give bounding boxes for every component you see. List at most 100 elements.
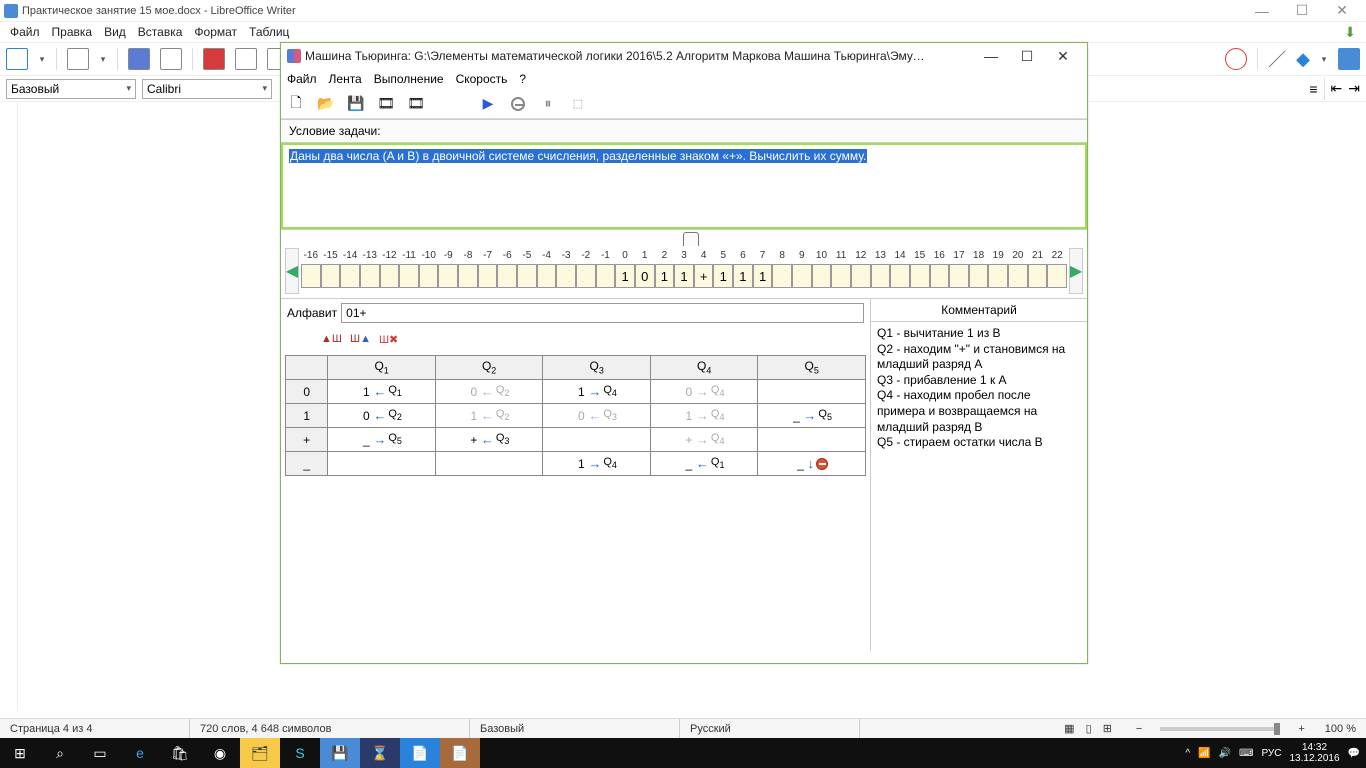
tray-keyboard-icon[interactable]: ⌨ [1239,748,1253,759]
chrome-icon[interactable]: ◉ [200,738,240,768]
tray-clock[interactable]: 14:32 13.12.2016 [1289,742,1339,764]
state-column-header[interactable]: Q4 [650,356,758,380]
state-column-header[interactable]: Q1 [328,356,436,380]
taskview-icon[interactable]: ▭ [80,738,120,768]
tm-new-icon[interactable]: 🗋 [287,95,305,113]
tm-task-textarea[interactable]: Даны два числа (A и B) в двоичной систем… [281,143,1087,229]
lo-menu-format[interactable]: Формат [188,25,243,39]
transition-cell[interactable]: _→Q5 [328,428,436,452]
tm-menu-tape[interactable]: Лента [329,72,362,86]
state-column-header[interactable]: Q5 [758,356,866,380]
lo-menu-insert[interactable]: Вставка [132,25,189,39]
tape-cell[interactable] [988,264,1008,288]
explorer-icon[interactable]: 🗂 [240,738,280,768]
tape-cell[interactable] [792,264,812,288]
tape-cell[interactable] [537,264,557,288]
search-icon[interactable]: ⌕ [40,738,80,768]
transition-cell[interactable] [543,428,651,452]
symbol-row-header[interactable]: 0 [286,380,328,404]
tray-notifications-icon[interactable]: 💬 [1348,748,1360,759]
tape-cell[interactable] [556,264,576,288]
task-floppy-icon[interactable]: 💾 [320,738,360,768]
tape-cell[interactable] [340,264,360,288]
tm-menu-speed[interactable]: Скорость [456,72,508,86]
tm-menu-file[interactable]: Файл [287,72,317,86]
tm-tape1-icon[interactable]: 🎞 [377,95,395,113]
tm-run-icon[interactable]: ▶ [479,95,497,113]
line-icon[interactable]: ／ [1268,46,1286,72]
record-changes-icon[interactable] [1225,48,1247,70]
tm-menu-run[interactable]: Выполнение [374,72,444,86]
tape-cell[interactable] [1008,264,1028,288]
alphabet-input[interactable] [341,303,864,323]
transition-cell[interactable]: _←Q1 [650,452,758,476]
style-combo[interactable]: Базовый▾ [6,79,136,99]
tape-cell[interactable] [360,264,380,288]
tape-scroll-left[interactable]: ◀ [285,248,299,294]
tray-network-icon[interactable]: 📶 [1198,748,1210,759]
transition-cell[interactable]: 1→Q4 [543,380,651,404]
transition-cell[interactable] [758,380,866,404]
transition-cell[interactable]: 1←Q2 [435,404,543,428]
transition-cell[interactable]: 1←Q1 [328,380,436,404]
insert-col-right-icon[interactable]: Ш▲ [350,333,371,345]
tape-cell[interactable] [910,264,930,288]
tape-cell[interactable]: + [694,264,714,288]
align-icon[interactable]: ≡ [1309,81,1317,97]
tape-cell[interactable] [497,264,517,288]
status-view-icons[interactable]: ▦ ▯ ⊞ [1054,722,1126,735]
task-app1-icon[interactable]: ⌛ [360,738,400,768]
tape-cell[interactable]: 1 [674,264,694,288]
tm-tape2-icon[interactable]: 🎞 [407,95,425,113]
lo-menu-edit[interactable]: Правка [46,25,99,39]
lo-extension-icon[interactable]: ⬇ [1338,24,1362,41]
tape-cell[interactable]: 1 [615,264,635,288]
pdf-icon[interactable] [203,48,225,70]
symbol-row-header[interactable]: + [286,428,328,452]
tape-cell[interactable] [517,264,537,288]
tape-cell[interactable] [1028,264,1048,288]
tm-menu-help[interactable]: ? [519,72,526,86]
font-combo[interactable]: Calibri▾ [142,79,272,99]
tape-cell[interactable]: 1 [753,264,773,288]
tape-cell[interactable] [871,264,891,288]
state-column-header[interactable]: Q3 [543,356,651,380]
transition-cell[interactable] [328,452,436,476]
start-button[interactable]: ⊞ [0,738,40,768]
tape-cell[interactable] [438,264,458,288]
transition-cell[interactable] [758,428,866,452]
tape-scroll-right[interactable]: ▶ [1069,248,1083,294]
tray-lang[interactable]: РУС [1261,748,1281,759]
tape-cell[interactable] [380,264,400,288]
lo-close-button[interactable]: ✕ [1322,2,1362,19]
tray-chevron-icon[interactable]: ^ [1185,748,1190,759]
comment-text[interactable]: Q1 - вычитание 1 из BQ2 - находим "+" и … [871,322,1087,455]
transition-cell[interactable]: _→Q5 [758,404,866,428]
transition-cell[interactable]: 0←Q2 [328,404,436,428]
tape-cell[interactable] [930,264,950,288]
symbol-row-header[interactable]: _ [286,452,328,476]
tape-cell[interactable] [831,264,851,288]
tm-close-button[interactable]: ✕ [1045,48,1081,65]
tm-stop-icon[interactable] [509,95,527,113]
transition-cell[interactable]: +→Q4 [650,428,758,452]
tray-volume-icon[interactable]: 🔊 [1219,748,1231,759]
transition-cell[interactable]: 1→Q4 [543,452,651,476]
lo-menu-table[interactable]: Таблиц [243,25,295,39]
tape-cell[interactable]: 1 [733,264,753,288]
lo-menu-file[interactable]: Файл [4,25,46,39]
task-writer-icon[interactable]: 📄 [400,738,440,768]
transition-cell[interactable]: 0→Q4 [650,380,758,404]
indent-inc-icon[interactable]: ⇥ [1348,80,1360,97]
save-icon[interactable] [128,48,150,70]
indent-dec-icon[interactable]: ⇤ [1331,80,1343,97]
delete-col-icon[interactable]: Ш✖ [379,333,398,346]
new-doc-icon[interactable] [6,48,28,70]
tape-cell[interactable]: 1 [655,264,675,288]
zoom-slider[interactable] [1160,727,1280,731]
tape-cell[interactable] [1047,264,1067,288]
transition-cell[interactable] [435,452,543,476]
store-icon[interactable]: 🛍 [160,738,200,768]
tape-cell[interactable] [772,264,792,288]
tape-cell[interactable] [478,264,498,288]
